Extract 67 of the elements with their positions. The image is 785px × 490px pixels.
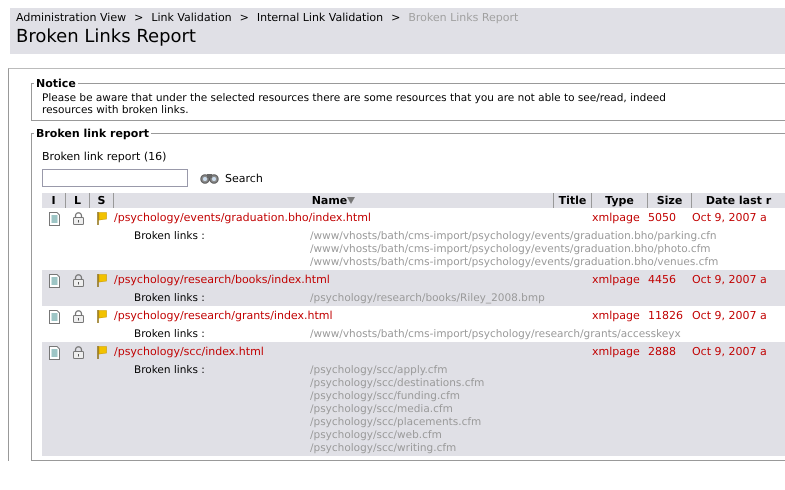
padlock-icon: [72, 212, 84, 225]
column-header[interactable]: I: [42, 193, 66, 208]
breadcrumb-link[interactable]: Administration View: [16, 11, 126, 24]
broken-links-label: Broken links :: [134, 292, 206, 305]
search-button[interactable]: Search: [200, 172, 263, 184]
broken-link-path: /psychology/scc/apply.cfm: [310, 364, 448, 377]
search-field[interactable]: [42, 169, 188, 187]
padlock-icon: [72, 274, 84, 287]
document-icon: [48, 212, 60, 226]
flag-icon: [97, 346, 107, 359]
column-header[interactable]: Title: [554, 193, 592, 208]
document-icon: [48, 346, 60, 360]
flag-icon: [97, 274, 107, 287]
column-header[interactable]: L: [66, 193, 90, 208]
resource-link[interactable]: /psychology/events/graduation.bho/index.html: [114, 211, 371, 224]
breadcrumb-link[interactable]: Link Validation: [151, 11, 232, 24]
broken-link-path: /psychology/scc/placements.cfm: [310, 416, 482, 429]
page-title: Broken Links Report: [16, 26, 197, 47]
column-header[interactable]: Date last r: [692, 193, 785, 208]
date-cell: Oct 9, 2007 a: [692, 211, 767, 224]
document-icon: [48, 274, 60, 288]
type-cell: xmlpage: [592, 345, 640, 358]
date-cell: Oct 9, 2007 a: [692, 273, 767, 286]
broken-link-path: /www/vhosts/bath/cms-import/psychology/events/graduation.bho/parking.cfn: [310, 230, 717, 243]
broken-link-path: /psychology/research/books/Riley_2008.bmp: [310, 292, 545, 305]
type-cell: xmlpage: [592, 273, 640, 286]
size-cell: 2888: [648, 345, 676, 358]
broken-link-path: /www/vhosts/bath/cms-import/psychology/research/grants/accesskeyx: [310, 328, 681, 341]
breadcrumb-separator: >: [391, 11, 400, 24]
broken-link-path: /www/vhosts/bath/cms-import/psychology/events/graduation.bho/photo.cfm: [310, 243, 711, 256]
resource-link[interactable]: /psychology/research/grants/index.html: [114, 309, 333, 322]
breadcrumb-link[interactable]: Internal Link Validation: [256, 11, 384, 24]
resource-link[interactable]: /psychology/scc/index.html: [114, 345, 264, 358]
column-header[interactable]: Name: [114, 193, 554, 208]
padlock-icon: [72, 346, 84, 359]
padlock-icon: [72, 310, 84, 323]
column-header[interactable]: S: [90, 193, 114, 208]
report-count: Broken link report (16): [42, 150, 168, 163]
broken-link-path: /psychology/scc/funding.cfm: [310, 390, 460, 403]
broken-link-path: /psychology/scc/web.cfm: [310, 429, 442, 442]
report-legend: Broken link report: [34, 127, 152, 140]
binoculars-icon: [200, 172, 220, 184]
size-cell: 11826: [648, 309, 683, 322]
breadcrumb-separator: >: [134, 11, 144, 24]
notice-text: Please be aware that under the selected resources there are some resources that you are not able to see/read, indeed resources with broken links.: [42, 92, 667, 116]
broken-link-path: /psychology/scc/media.cfm: [310, 403, 453, 416]
date-cell: Oct 9, 2007 a: [692, 345, 767, 358]
column-header[interactable]: Type: [592, 193, 648, 208]
flag-icon: [97, 310, 107, 323]
type-cell: xmlpage: [592, 211, 640, 224]
broken-links-label: Broken links :: [134, 328, 206, 341]
resource-link[interactable]: /psychology/research/books/index.html: [114, 273, 330, 286]
broken-links-label: Broken links :: [134, 364, 206, 378]
broken-links-label: Broken links :: [134, 230, 206, 244]
size-cell: 5050: [648, 211, 676, 224]
type-cell: xmlpage: [592, 309, 640, 322]
broken-link-path: /psychology/scc/destinations.cfm: [310, 377, 484, 390]
flag-icon: [97, 212, 107, 225]
notice-legend: Notice: [34, 77, 78, 90]
date-cell: Oct 9, 2007 a: [692, 309, 767, 322]
document-icon: [48, 310, 60, 324]
broken-link-path: /www/vhosts/bath/cms-import/psychology/events/graduation.bho/venues.cfm: [310, 256, 718, 269]
breadcrumb-separator: >: [240, 11, 249, 24]
sort-icon: [347, 197, 356, 204]
column-header[interactable]: Size: [648, 193, 692, 208]
broken-link-path: /psychology/scc/writing.cfm: [310, 442, 456, 455]
size-cell: 4456: [648, 273, 676, 286]
